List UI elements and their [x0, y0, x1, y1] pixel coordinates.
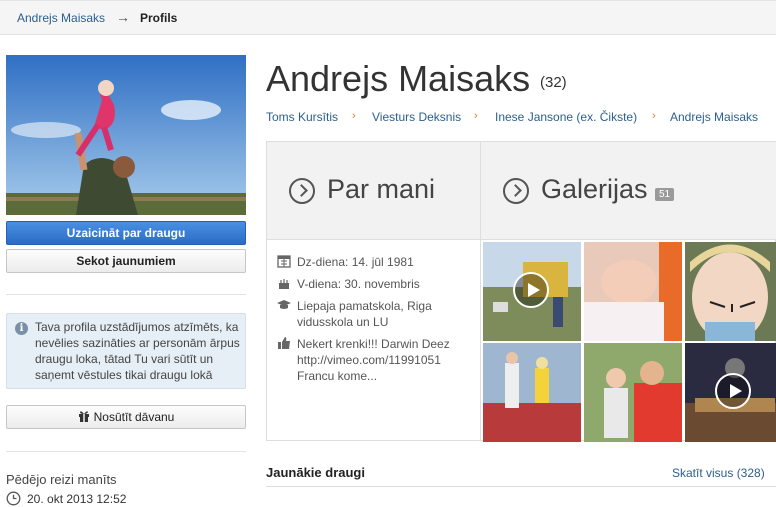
- chevron-right-icon: [503, 178, 529, 204]
- lineage-separator-icon: ›: [652, 110, 656, 122]
- play-video-icon[interactable]: [715, 373, 751, 409]
- breadcrumb-arrow-icon: →: [116, 9, 130, 25]
- about-details: Dz-diena: 14. jūl 1981 V-diena: 30. nove…: [267, 240, 481, 440]
- birthday-text: Dz-diena: 14. jūl 1981: [297, 255, 414, 269]
- gallery-thumbnail[interactable]: [584, 343, 682, 442]
- info-icon: i: [15, 322, 28, 335]
- divider: [6, 451, 246, 452]
- gallery-title: Galerijas: [541, 174, 648, 204]
- follow-button[interactable]: Sekot jaunumiem: [6, 249, 246, 273]
- lineage-link[interactable]: Inese Jansone (ex. Čikste): [495, 110, 637, 124]
- lineage-link[interactable]: Viesturs Deksnis: [372, 110, 461, 124]
- breadcrumb-current: Profils: [140, 11, 178, 25]
- gallery-thumbnail[interactable]: [685, 343, 776, 442]
- gallery-thumbnail[interactable]: [685, 242, 776, 341]
- lineage-separator-icon: ›: [474, 110, 478, 122]
- gallery-thumbnail[interactable]: [483, 242, 581, 341]
- profile-count: (32): [540, 74, 567, 91]
- about-tile-header[interactable]: Par mani: [267, 142, 481, 240]
- thumbs-up-icon: [278, 337, 290, 349]
- lineage-separator-icon: ›: [352, 110, 356, 122]
- gift-icon: [78, 411, 89, 422]
- profile-name: Andrejs Maisaks: [266, 58, 531, 99]
- lineage-link[interactable]: Toms Kursītis: [266, 110, 338, 124]
- privacy-notice-text: Tava profila uzstādījumos atzīmēts, ka n…: [35, 320, 240, 382]
- graduation-cap-icon: [277, 300, 291, 309]
- breadcrumb-parent-link[interactable]: Andrejs Maisaks: [17, 11, 105, 25]
- view-all-friends-link[interactable]: Skatīt visus (328): [672, 466, 765, 480]
- education-text: Liepaja pamatskola, Riga vidusskola un L…: [297, 299, 432, 329]
- chevron-right-icon: [289, 178, 315, 204]
- divider: [6, 294, 246, 295]
- last-seen-time: 20. okt 2013 12:52: [27, 492, 127, 506]
- divider: [266, 486, 776, 487]
- last-seen-title: Pēdējo reizi manīts: [6, 472, 117, 487]
- send-gift-label: Nosūtīt dāvanu: [93, 410, 175, 424]
- gallery-tile-header[interactable]: Galerijas 51: [481, 142, 776, 240]
- profile-tiles: Par mani Galerijas 51 Dz-diena: 14. jūl …: [266, 141, 776, 442]
- breadcrumb: Andrejs Maisaks → Profils: [0, 0, 776, 35]
- lineage-link[interactable]: Andrejs Maisaks: [670, 110, 758, 124]
- birthday-calendar-icon: [277, 255, 291, 268]
- gallery-count-badge: 51: [655, 188, 675, 201]
- gallery-thumbnail[interactable]: [483, 343, 581, 442]
- likes-text: Nekert krenki!!! Darwin Deez http://vime…: [297, 337, 450, 383]
- cake-icon: [279, 279, 289, 289]
- nameday-text: V-diena: 30. novembris: [297, 277, 420, 291]
- play-video-icon[interactable]: [513, 272, 549, 308]
- about-title: Par mani: [327, 174, 436, 204]
- profile-photo[interactable]: [6, 55, 246, 215]
- invite-friend-button[interactable]: Uzaicināt par draugu: [6, 221, 246, 245]
- send-gift-button[interactable]: Nosūtīt dāvanu: [6, 405, 246, 429]
- gallery-thumbnail[interactable]: [584, 242, 682, 341]
- gallery-thumbnails: [483, 242, 776, 442]
- clock-icon: [6, 491, 21, 506]
- privacy-notice: i Tava profila uzstādījumos atzīmēts, ka…: [6, 313, 246, 389]
- latest-friends-title: Jaunākie draugi: [266, 465, 365, 480]
